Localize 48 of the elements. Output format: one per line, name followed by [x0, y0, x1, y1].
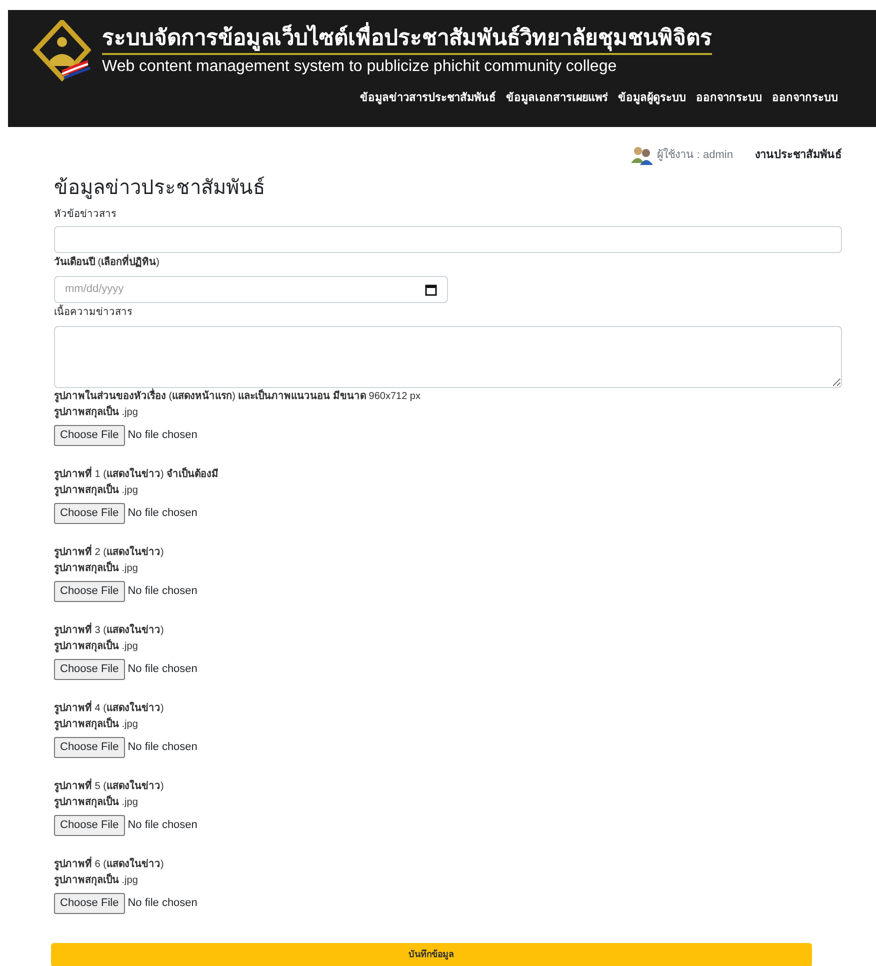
file-status: No file chosen	[128, 428, 198, 444]
date-placeholder: mm/dd/yyyy	[65, 282, 124, 298]
upload-label: รูปภาพที่ 1 (แสดงในข่าว) จำเป็นต้องมี	[54, 467, 842, 483]
save-button[interactable]: บันทึกข้อมูล	[51, 943, 812, 966]
site-subtitle: Web content management system to publicize phichit community college	[102, 56, 618, 76]
choose-file-button[interactable]: Choose File	[54, 893, 125, 914]
choose-file-button[interactable]: Choose File	[54, 659, 125, 680]
choose-file-button[interactable]: Choose File	[54, 503, 125, 524]
upload-label: รูปภาพที่ 6 (แสดงในข่าว)	[54, 857, 842, 873]
file-status: No file chosen	[128, 896, 198, 912]
field-label: วันเดือนปี (เลือกที่ปฏิทิน)	[54, 255, 842, 270]
body-textarea[interactable]	[54, 326, 842, 388]
field-label: หัวข้อข่าวสาร	[54, 208, 117, 222]
choose-file-button[interactable]: Choose File	[54, 581, 125, 602]
nav-link[interactable]: ออกจากระบบ	[772, 90, 838, 106]
upload-hint: รูปภาพสกุลเป็น .jpg	[54, 795, 139, 810]
upload-label: รูปภาพที่ 2 (แสดงในข่าว)	[54, 545, 842, 561]
page-heading: ข้อมูลข่าวประชาสัมพันธ์	[54, 176, 266, 201]
title-input[interactable]	[54, 226, 842, 253]
site-title: ระบบจัดการข้อมูลเว็บไซต์เพื่อประชาสัมพันธ์วิทยาลัยชุมชนพิจิตร	[102, 24, 712, 54]
upload-hint: รูปภาพสกุลเป็น .jpg	[54, 873, 139, 888]
upload-hint: รูปภาพสกุลเป็น .jpg	[54, 639, 139, 654]
upload-label: รูปภาพที่ 5 (แสดงในข่าว)	[54, 779, 842, 795]
field-label: เนื้อความข่าวสาร	[54, 305, 842, 320]
file-status: No file chosen	[128, 584, 198, 600]
upload-hint: รูปภาพสกุลเป็น .jpg	[54, 561, 139, 576]
choose-file-button[interactable]: Choose File	[54, 425, 125, 446]
choose-file-button[interactable]: Choose File	[54, 815, 125, 836]
nav-link[interactable]: ออกจากระบบ	[696, 90, 762, 106]
calendar-icon	[425, 284, 437, 296]
upload-hint: รูปภาพสกุลเป็น .jpg	[54, 405, 139, 420]
upload-label: รูปภาพที่ 3 (แสดงในข่าว)	[54, 623, 842, 639]
nav-link[interactable]: ข้อมูลเอกสารเผยแพร่	[506, 90, 608, 106]
user-label: ผู้ใช้งาน : admin	[656, 147, 733, 163]
file-status: No file chosen	[128, 662, 198, 678]
file-status: No file chosen	[128, 818, 198, 834]
nav-link[interactable]: ข้อมูลผู้ดูระบบ	[618, 90, 686, 106]
nav-link[interactable]: ข้อมูลข่าวสารประชาสัมพันธ์	[360, 90, 496, 106]
file-status: No file chosen	[128, 740, 198, 756]
choose-file-button[interactable]: Choose File	[54, 737, 125, 758]
upload-label: รูปภาพที่ 4 (แสดงในข่าว)	[54, 701, 842, 717]
upload-hint: รูปภาพสกุลเป็น .jpg	[54, 717, 139, 732]
upload-hint: รูปภาพสกุลเป็น .jpg	[54, 483, 139, 498]
file-status: No file chosen	[128, 506, 198, 522]
department-label: งานประชาสัมพันธ์	[755, 147, 842, 163]
users-icon	[630, 145, 653, 165]
logo-icon	[32, 20, 92, 82]
upload-label: รูปภาพในส่วนของหัวเรื่อง (แสดงหน้าแรก) และเป็นภาพแนวนอน มีขนาด 960x712 px	[54, 389, 842, 405]
